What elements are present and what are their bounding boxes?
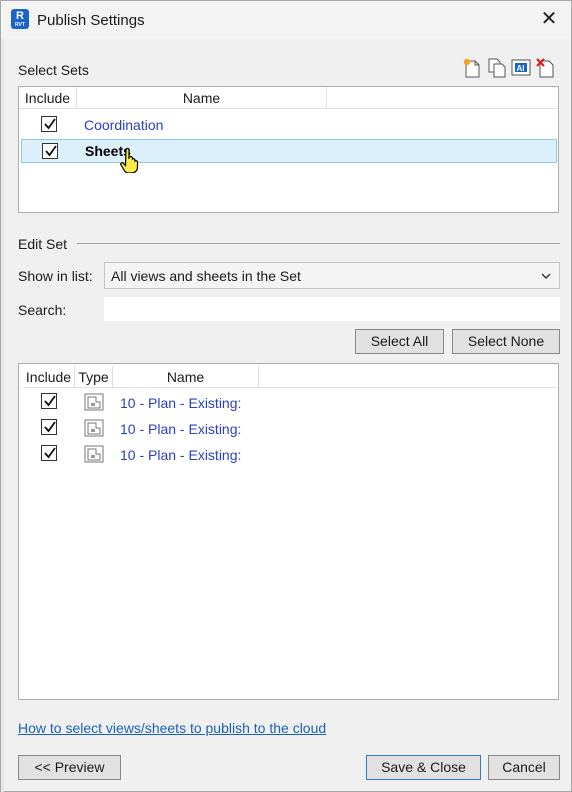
plan-view-icon [84, 419, 104, 437]
publish-settings-dialog: R RVT Publish Settings ✕ Select Sets AI [0, 0, 572, 792]
views-sheets-header: Include Type Name [23, 366, 556, 388]
view-name: 10 - Plan - Existing: [120, 421, 242, 437]
view-name: 10 - Plan - Existing: [120, 447, 242, 463]
hand-pointer-icon [119, 147, 141, 174]
show-in-list-dropdown[interactable]: All views and sheets in the Set [104, 262, 560, 289]
show-in-list-value: All views and sheets in the Set [111, 268, 301, 284]
edit-set-label: Edit Set [18, 236, 68, 252]
app-icon-sub: RVT [15, 22, 25, 28]
select-sets-list[interactable]: Include Name Coordination Sheets [18, 86, 559, 213]
new-set-icon[interactable] [461, 57, 483, 79]
plan-view-icon [84, 445, 104, 463]
chevron-down-icon [541, 269, 551, 285]
include-checkbox[interactable] [41, 116, 57, 132]
include-checkbox[interactable] [41, 445, 57, 461]
list-item-selected[interactable]: Sheets [21, 139, 557, 163]
preview-button[interactable]: << Preview [18, 755, 121, 780]
window-edge [1, 39, 4, 792]
table-row[interactable]: 10 - Plan - Existing: [19, 392, 558, 416]
include-checkbox[interactable] [41, 419, 57, 435]
delete-set-icon[interactable] [535, 57, 557, 79]
table-row[interactable]: 10 - Plan - Existing: [19, 444, 558, 468]
column-header-include[interactable]: Include [19, 87, 77, 109]
app-icon-letter: R [16, 10, 24, 22]
duplicate-set-icon[interactable] [486, 57, 508, 79]
column-header-include[interactable]: Include [23, 366, 75, 388]
view-name: 10 - Plan - Existing: [120, 395, 242, 411]
list-item[interactable]: Coordination [19, 113, 558, 137]
select-none-button[interactable]: Select None [452, 329, 560, 354]
save-close-button[interactable]: Save & Close [366, 755, 481, 780]
search-label: Search: [18, 302, 67, 318]
column-header-name[interactable]: Name [77, 87, 327, 109]
revit-app-icon: R RVT [11, 9, 29, 29]
select-sets-header: Include Name [19, 87, 558, 109]
table-row[interactable]: 10 - Plan - Existing: [19, 418, 558, 442]
plan-view-icon [84, 393, 104, 411]
close-icon[interactable]: ✕ [539, 9, 559, 29]
cancel-button[interactable]: Cancel [488, 755, 560, 780]
select-sets-label: Select Sets [18, 62, 89, 78]
edit-set-divider [77, 243, 560, 244]
rename-set-icon[interactable]: AI [510, 57, 532, 79]
title-bar[interactable]: R RVT Publish Settings ✕ [1, 1, 571, 39]
show-in-list-label: Show in list: [18, 268, 93, 284]
set-name: Coordination [84, 117, 164, 133]
views-sheets-list[interactable]: Include Type Name 10 - Plan - Existing: … [18, 363, 559, 700]
select-all-button[interactable]: Select All [355, 329, 444, 354]
include-checkbox[interactable] [42, 143, 58, 159]
help-link[interactable]: How to select views/sheets to publish to… [18, 720, 326, 736]
search-input[interactable] [104, 297, 560, 321]
window-title: Publish Settings [37, 12, 145, 29]
include-checkbox[interactable] [41, 393, 57, 409]
svg-text:AI: AI [517, 64, 525, 73]
column-header-type[interactable]: Type [75, 366, 113, 388]
column-header-name[interactable]: Name [113, 366, 259, 388]
